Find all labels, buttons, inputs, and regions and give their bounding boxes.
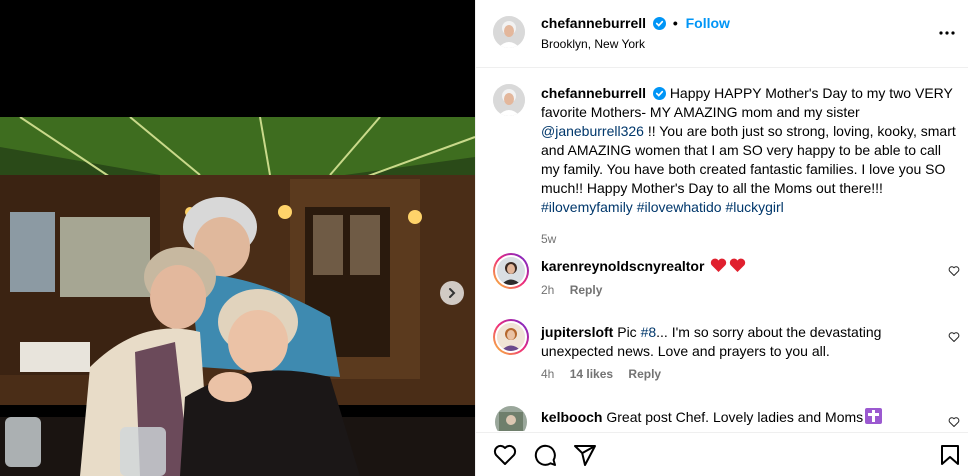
- reply-button[interactable]: Reply: [570, 283, 603, 297]
- post-media: [0, 0, 475, 476]
- commenter-avatar: [497, 323, 525, 351]
- hashtag-link[interactable]: #ilovewhatido: [637, 199, 722, 215]
- chevron-right-icon: [449, 288, 456, 298]
- caption-timestamp[interactable]: 5w: [541, 232, 556, 246]
- comment-username[interactable]: jupitersloft: [541, 324, 613, 340]
- comment-body-pre: Pic: [617, 324, 641, 340]
- hashtag-link[interactable]: #ilovemyfamily: [541, 199, 633, 215]
- comment-timestamp[interactable]: 4h: [541, 367, 554, 381]
- commenter-avatar-ring[interactable]: [493, 319, 529, 355]
- heart-icon[interactable]: [948, 265, 960, 277]
- post-sidebar: chefanneburrell • Follow Brooklyn, New Y…: [475, 0, 968, 476]
- caption-avatar[interactable]: [493, 84, 525, 116]
- comments-feed[interactable]: chefanneburrell Happy HAPPY Mother's Day…: [476, 69, 968, 431]
- verified-badge-icon: [652, 17, 666, 30]
- next-slide-button[interactable]: [440, 281, 464, 305]
- red-heart-emoji-icon: [730, 258, 746, 272]
- red-heart-emoji-icon: [711, 258, 727, 272]
- heart-icon[interactable]: [948, 331, 960, 343]
- comment-body: Great post Chef. Lovely ladies and Moms: [606, 409, 864, 425]
- comment-username[interactable]: kelbooch: [541, 409, 602, 425]
- comment-timestamp[interactable]: 2h: [541, 283, 554, 297]
- heart-icon[interactable]: [948, 416, 960, 428]
- more-horizontal-icon[interactable]: [938, 24, 956, 42]
- caption-text: chefanneburrell Happy HAPPY Mother's Day…: [541, 84, 961, 217]
- separator-dot: •: [672, 15, 678, 31]
- comment-hashtag-link[interactable]: #8: [641, 324, 657, 340]
- post-location[interactable]: Brooklyn, New York: [541, 37, 645, 51]
- comment-text: jupitersloft Pic #8... I'm so sorry abou…: [541, 323, 936, 361]
- comment-likes[interactable]: 14 likes: [570, 367, 613, 381]
- comment-text: karenreynoldscnyrealtor: [541, 257, 936, 276]
- comment-meta: 4h 14 likes Reply: [541, 367, 673, 381]
- verified-badge-icon: [652, 87, 666, 100]
- post-photo[interactable]: [0, 117, 475, 476]
- commenter-avatar-ring[interactable]: [493, 253, 529, 289]
- heart-icon[interactable]: [493, 443, 517, 467]
- hashtag-link[interactable]: #luckygirl: [725, 199, 783, 215]
- bookmark-icon[interactable]: [938, 443, 962, 467]
- caption-username[interactable]: chefanneburrell: [541, 85, 646, 101]
- mention-link[interactable]: @janeburrell326: [541, 123, 644, 139]
- author-username[interactable]: chefanneburrell: [541, 15, 646, 31]
- share-icon[interactable]: [573, 443, 597, 467]
- author-name-row: chefanneburrell • Follow: [541, 15, 730, 31]
- commenter-avatar[interactable]: [495, 406, 527, 431]
- comment-icon[interactable]: [533, 443, 557, 467]
- author-avatar[interactable]: [493, 16, 525, 48]
- follow-button[interactable]: Follow: [686, 15, 730, 31]
- post-header: chefanneburrell • Follow Brooklyn, New Y…: [476, 0, 968, 68]
- reply-button[interactable]: Reply: [628, 367, 661, 381]
- post-action-bar: [476, 432, 968, 476]
- commenter-avatar: [497, 257, 525, 285]
- comment-text: kelbooch Great post Chef. Lovely ladies …: [541, 408, 936, 427]
- comment-username[interactable]: karenreynoldscnyrealtor: [541, 258, 704, 274]
- comment-meta: 2h Reply: [541, 283, 614, 297]
- latin-cross-emoji-icon: [865, 408, 883, 424]
